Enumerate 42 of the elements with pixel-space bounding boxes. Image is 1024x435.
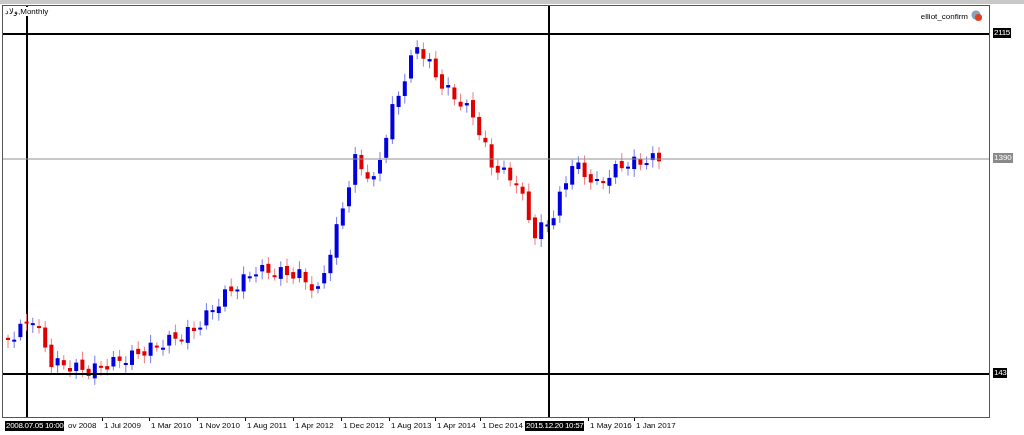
time-label: 1 Apr 2012 [294,421,335,431]
time-label: 1 Mar 2010 [150,421,193,431]
time-label: 2015.12.20 10:57 [525,421,585,431]
price-label: 1390 [993,153,1013,163]
candle [223,284,227,313]
chart-title: ولاد,Monthly [5,7,49,16]
candle [471,91,475,126]
candle [316,281,320,294]
time-label: 1 Jul 2009 [103,421,142,431]
candle [37,318,41,334]
time-label: 1 Nov 2010 [198,421,241,431]
candle [409,49,413,84]
price-label: 2115 [993,28,1011,38]
candle [192,320,196,340]
price-label: 143 [993,368,1008,378]
candle [502,160,506,175]
candle [595,170,599,186]
candle [533,213,537,246]
candle [254,266,258,284]
candle [440,68,444,96]
candle [130,344,134,371]
time-label: 1 May 2016 [589,421,633,431]
indicator-name: elliot_confirm [920,11,968,21]
candle [347,180,351,214]
candle [161,339,165,357]
status-icon [971,10,983,22]
time-label: 1 Aug 2013 [390,421,433,431]
candle [626,161,630,177]
candle [657,146,661,170]
candle [6,334,10,349]
candle [68,359,72,378]
time-label: ov 2008 [67,421,98,431]
candle [378,151,382,182]
time-label: 1 Jan 2017 [635,421,677,431]
candle [99,360,103,377]
time-label: 2008.07.05 10:00 [5,421,65,431]
time-label: 1 Aug 2011 [246,421,288,431]
candle [564,175,568,198]
candle [285,258,289,284]
time-label: 1 Dec 2014 [481,421,524,431]
time-label: 1 Apr 2014 [436,421,477,431]
time-label: 1 Dec 2012 [342,421,385,431]
